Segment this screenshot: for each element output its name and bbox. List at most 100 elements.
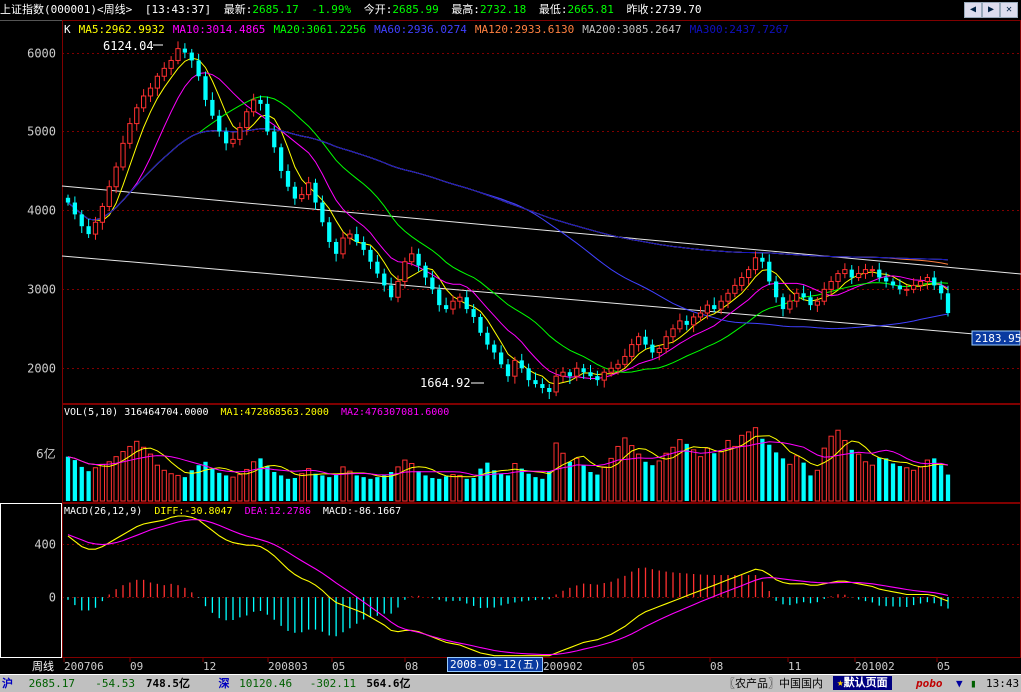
candle-body-down: [595, 376, 600, 381]
candle-body-down: [313, 182, 318, 203]
x-tick-label: 200706: [64, 660, 104, 673]
volume-bar-down: [492, 470, 497, 501]
volume-bar-up: [347, 470, 353, 502]
prev-icon[interactable]: ◀: [964, 2, 982, 18]
volume-bar-down: [588, 472, 593, 501]
candle-body-down: [938, 285, 944, 294]
volume-bar-down: [498, 473, 504, 501]
sh-index: 2685.17: [28, 677, 75, 690]
volume-bar-down: [272, 472, 277, 501]
quote-header: 上证指数(000001)<周线> [13:43:37] 最新:2685.17 -…: [0, 0, 1021, 21]
volume-bar-up: [828, 435, 834, 502]
volume-bar-down: [182, 477, 188, 501]
candle-body-up: [869, 269, 876, 272]
volume-bar-down: [320, 475, 325, 501]
candle-body-up: [732, 284, 738, 294]
selected-date[interactable]: 2008-09-12(五): [447, 657, 544, 672]
candle-body-up: [855, 273, 862, 279]
candle-body-down: [567, 372, 573, 377]
volume-bar-down: [780, 458, 786, 501]
volume-bar-down: [519, 468, 524, 501]
brand-logo: pobo: [916, 677, 943, 690]
candle-body-up: [629, 344, 635, 357]
volume-bar-up: [601, 466, 607, 502]
macd-diff-legend: DIFF:-30.8047: [154, 506, 232, 517]
x-tick-label: 200902: [543, 660, 583, 673]
volume-bar-up: [794, 455, 800, 502]
volume-bar-down: [223, 475, 229, 501]
ma10-line: [67, 72, 949, 379]
volume-bar-up: [677, 439, 683, 502]
candle-body-up: [553, 375, 559, 393]
candle-body-down: [581, 368, 586, 373]
signal-icon: ▮: [970, 677, 977, 690]
candle-body-down: [443, 305, 449, 310]
candle-body-down: [773, 281, 779, 298]
candle-body-up: [175, 48, 181, 61]
volume-bar-down: [375, 477, 380, 501]
volume-bar-up: [402, 459, 408, 502]
volume-bar-up: [917, 466, 924, 502]
candle-body-down: [86, 226, 91, 235]
upper-trendline: [61, 185, 1021, 275]
volume-bar-down: [849, 449, 854, 501]
volume-bar-down: [443, 476, 449, 501]
news-ticker[interactable]: 〖农产品〗中国国内: [724, 675, 823, 692]
candle-body-up: [739, 277, 745, 286]
close-icon[interactable]: ✕: [1000, 2, 1018, 18]
volume-bar-down: [416, 471, 421, 501]
macd-histogram: [67, 567, 949, 637]
volume-bar-down: [801, 462, 806, 501]
candle-body-down: [877, 269, 882, 278]
volume-bar-up: [161, 469, 167, 502]
candle-body-down: [485, 332, 490, 345]
volume-bar-down: [437, 478, 442, 501]
low-value: 2665.81: [567, 3, 614, 16]
default-page-button[interactable]: ★默认页面: [833, 676, 892, 690]
candle-body-up: [670, 328, 676, 338]
candle-body-up: [347, 233, 353, 239]
volume-bar-down: [430, 477, 435, 501]
volume-bar-down: [897, 466, 903, 501]
volume-bar-down: [547, 471, 552, 501]
candle-body-up: [230, 138, 236, 144]
open-label: 今开:: [363, 3, 393, 16]
volume-bar-down: [354, 475, 359, 501]
candle-body-up: [814, 300, 821, 306]
candle-body-up: [635, 336, 642, 346]
ma-legend-item: MA120:2933.6130: [475, 23, 574, 36]
candle-body-down: [375, 261, 380, 274]
latest-label: 最新:: [223, 3, 253, 16]
candle-body-up: [134, 107, 140, 125]
kline-chart[interactable]: 20003000400050006000 4000 200706 09 12 2008…: [0, 20, 1021, 674]
candle-body-down: [388, 285, 394, 298]
candle-body-down: [437, 289, 442, 306]
next-icon[interactable]: ▶: [982, 2, 1000, 18]
candle-body-down: [471, 309, 476, 317]
candle-body-up: [663, 336, 669, 350]
price-tick-label: 4000: [27, 204, 56, 218]
volume-bar-up: [704, 447, 711, 502]
change-pct: -1.99%: [311, 3, 352, 16]
candle-body-down: [65, 197, 71, 203]
macd-dea-legend: DEA:12.2786: [245, 506, 311, 517]
ma-legend: K MA5:2962.9932 MA10:3014.4865 MA20:3061.22…: [64, 23, 789, 36]
volume-legend-label: VOL(5,10) 316464704.0000: [64, 407, 209, 418]
candle-body-up: [92, 221, 99, 235]
candle-body-down: [272, 131, 277, 148]
volume-bar-up: [732, 445, 738, 502]
volume-bar-up: [457, 474, 463, 502]
volume-bar-down: [292, 477, 298, 501]
candle-body-down: [492, 344, 497, 353]
candle-body-down: [505, 364, 511, 377]
candle-body-up: [835, 273, 841, 282]
volume-bar-up: [237, 474, 243, 502]
broadcast-icon[interactable]: ▼: [956, 675, 963, 692]
candle-body-up: [168, 59, 174, 69]
volume-bar-up: [752, 427, 759, 502]
price-tick-label: 3000: [27, 283, 56, 297]
macd-side-box: [0, 503, 62, 658]
candle-body-up: [745, 269, 752, 279]
candle-body-up: [924, 277, 931, 282]
open-value: 2685.99: [392, 3, 439, 16]
